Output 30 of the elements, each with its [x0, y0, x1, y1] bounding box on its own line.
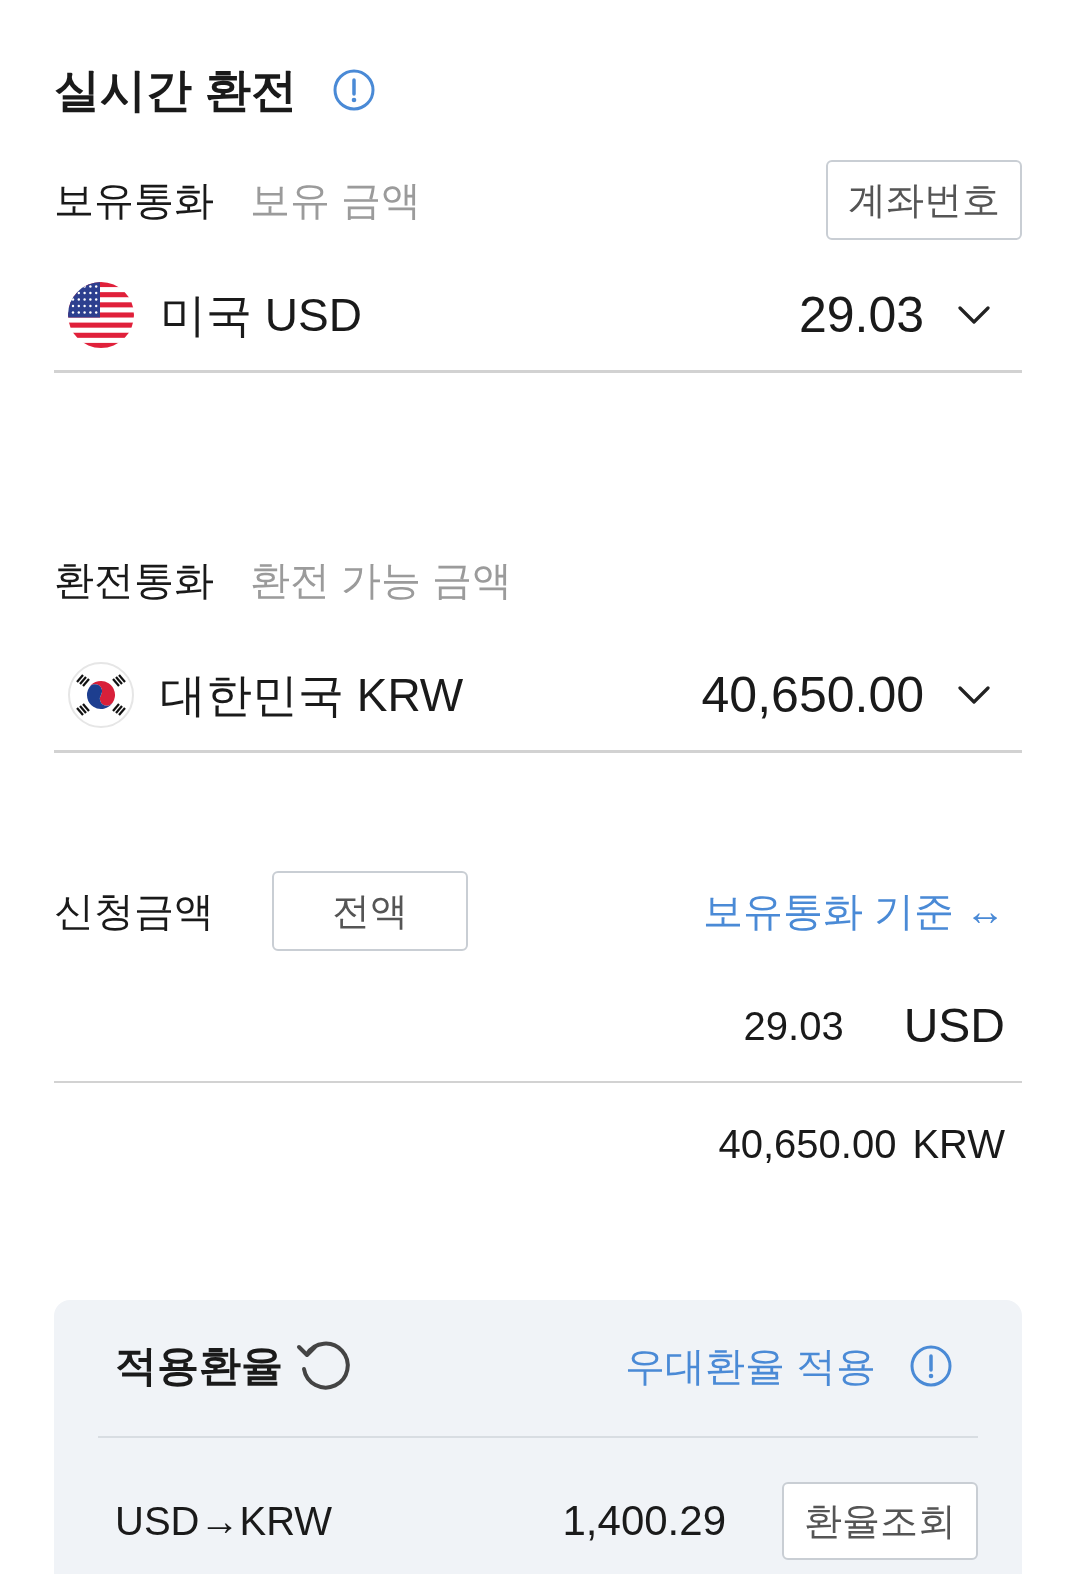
page-title: 실시간 환전	[54, 63, 297, 118]
info-icon[interactable]	[332, 69, 375, 111]
section-label: 보유통화	[54, 177, 214, 224]
section-label: 신청금액	[54, 888, 214, 935]
currency-select[interactable]: 대한민국 KRW 40,650.00	[54, 620, 1022, 753]
section-hint: 환전 가능 금액	[250, 557, 513, 604]
amount-input[interactable]: 29.03 USD	[54, 951, 1022, 1083]
info-icon[interactable]	[910, 1345, 952, 1387]
panel-title: 적용환율	[115, 1341, 283, 1391]
currency-amount: 40,650.00	[701, 666, 924, 725]
currency-amount: 29.03	[798, 286, 924, 345]
korean-flag-icon	[68, 662, 134, 728]
amount-value: 29.03	[743, 1003, 844, 1050]
exchange-rate: 1,400.29	[562, 1496, 726, 1546]
account-number-button[interactable]: 계좌번호	[826, 160, 1022, 240]
basis-toggle-link[interactable]: 보유통화 기준 ↔	[702, 886, 1005, 936]
rate-lookup-button[interactable]: 환율조회	[782, 1482, 978, 1560]
chevron-down-icon	[958, 305, 990, 325]
us-flag-icon	[68, 282, 134, 348]
chevron-down-icon	[958, 685, 990, 705]
converted-amount: 40,650.00	[718, 1121, 897, 1168]
full-amount-button[interactable]: 전액	[272, 871, 468, 951]
currency-unit: USD	[903, 998, 1005, 1054]
currency-pair: USD→KRW	[115, 1498, 333, 1545]
currency-select[interactable]: 미국 USD 29.03	[54, 240, 1022, 373]
currency-unit: KRW	[912, 1121, 1005, 1168]
currency-name: 미국 USD	[160, 288, 362, 343]
section-hint: 보유 금액	[250, 177, 422, 224]
currency-name: 대한민국 KRW	[160, 668, 464, 723]
section-label: 환전통화	[54, 557, 214, 604]
